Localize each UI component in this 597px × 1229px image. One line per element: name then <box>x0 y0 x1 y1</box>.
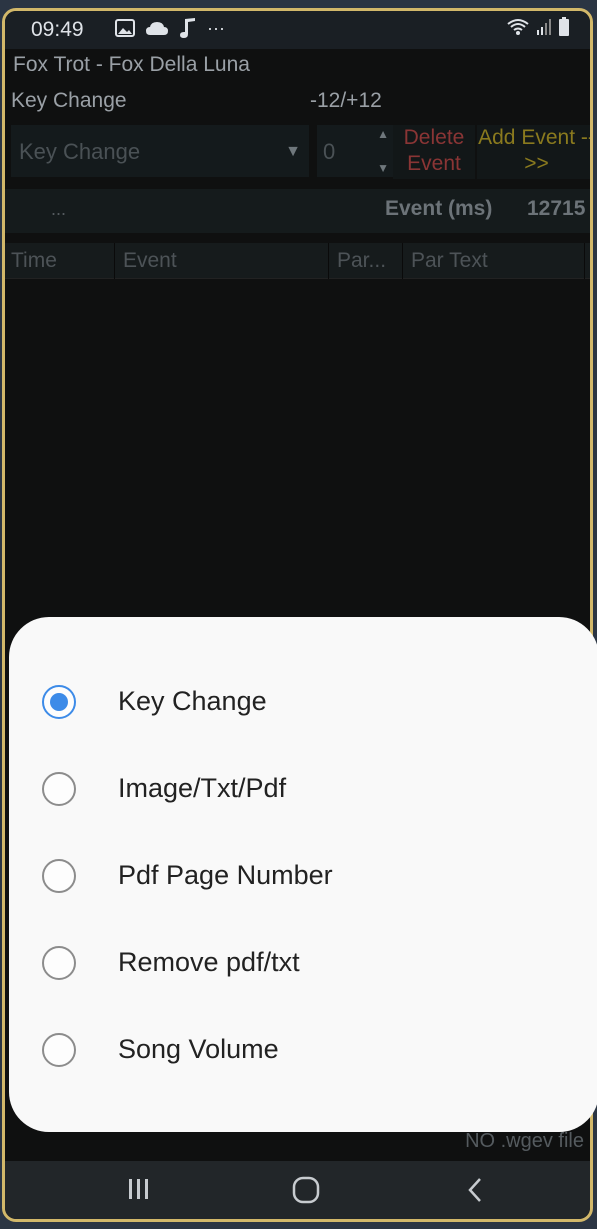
key-change-label: Key Change <box>11 89 127 112</box>
more-notifications: ··· <box>207 17 225 38</box>
event-ms-value: 12715 <box>527 197 586 220</box>
image-icon <box>115 19 135 37</box>
column-event[interactable]: Event <box>117 243 329 279</box>
stepper-up-icon[interactable]: ▲ <box>377 127 389 141</box>
no-file-status: NO .wgev file <box>465 1130 584 1152</box>
option-label: Remove pdf/txt <box>118 947 300 977</box>
cloud-icon <box>145 20 169 36</box>
status-bar: 09:49 ··· <box>5 11 590 49</box>
option-label: Pdf Page Number <box>118 860 333 890</box>
option-label: Key Change <box>118 686 267 716</box>
more-button[interactable]: ... <box>51 199 66 220</box>
option-label: Song Volume <box>118 1034 279 1064</box>
delete-event-button[interactable]: Delete Event <box>393 125 475 179</box>
event-ms-label: Event (ms) <box>385 197 493 220</box>
recent-apps-icon[interactable] <box>125 1175 153 1208</box>
signal-icon <box>536 18 552 36</box>
event-controls: Key Change ▼ 0 ▲ ▼ Delete Event Add Even… <box>5 125 590 181</box>
status-time: 09:49 <box>31 18 84 41</box>
radio-unselected-icon[interactable] <box>42 772 76 806</box>
column-par-text[interactable]: Par Text <box>405 243 585 279</box>
range-label: -12/+12 <box>310 89 382 112</box>
option-key-change[interactable]: Key Change <box>9 660 597 746</box>
radio-selected-icon[interactable] <box>42 685 76 719</box>
option-remove-pdf-txt[interactable]: Remove pdf/txt <box>9 921 597 1007</box>
screen-frame: 09:49 ··· Fox Trot - Fox Della Luna Key … <box>0 0 597 1229</box>
add-event-button[interactable]: Add Event -->> <box>477 125 590 179</box>
option-label: Image/Txt/Pdf <box>118 773 287 803</box>
battery-icon <box>558 17 570 37</box>
option-image-txt-pdf[interactable]: Image/Txt/Pdf <box>9 747 597 833</box>
stepper-down-icon[interactable]: ▼ <box>377 161 389 175</box>
radio-unselected-icon[interactable] <box>42 946 76 980</box>
radio-unselected-icon[interactable] <box>42 1033 76 1067</box>
wifi-icon <box>506 18 530 36</box>
event-table-header: Time Event Par... Par Text <box>5 243 590 279</box>
status-right-icons <box>506 17 570 37</box>
home-icon[interactable] <box>291 1175 321 1210</box>
navigation-bar <box>5 1161 590 1219</box>
event-type-select[interactable]: Key Change ▼ <box>11 125 309 177</box>
music-note-icon <box>179 17 197 39</box>
event-ms-row: ... Event (ms) 12715 <box>5 189 590 233</box>
back-icon[interactable] <box>463 1175 487 1210</box>
radio-unselected-icon[interactable] <box>42 859 76 893</box>
option-song-volume[interactable]: Song Volume <box>9 1008 597 1094</box>
status-left-icons: ··· <box>115 17 225 39</box>
song-title: Fox Trot - Fox Della Luna <box>13 53 250 76</box>
column-par[interactable]: Par... <box>331 243 403 279</box>
event-type-value: Key Change <box>19 139 141 164</box>
event-type-sheet: Key Change Image/Txt/Pdf Pdf Page Number… <box>9 617 597 1132</box>
param-stepper[interactable]: 0 ▲ ▼ <box>317 125 393 177</box>
option-pdf-page-number[interactable]: Pdf Page Number <box>9 834 597 920</box>
dropdown-arrow-icon: ▼ <box>285 143 301 160</box>
column-time[interactable]: Time <box>5 243 115 279</box>
param-value: 0 <box>323 139 336 164</box>
